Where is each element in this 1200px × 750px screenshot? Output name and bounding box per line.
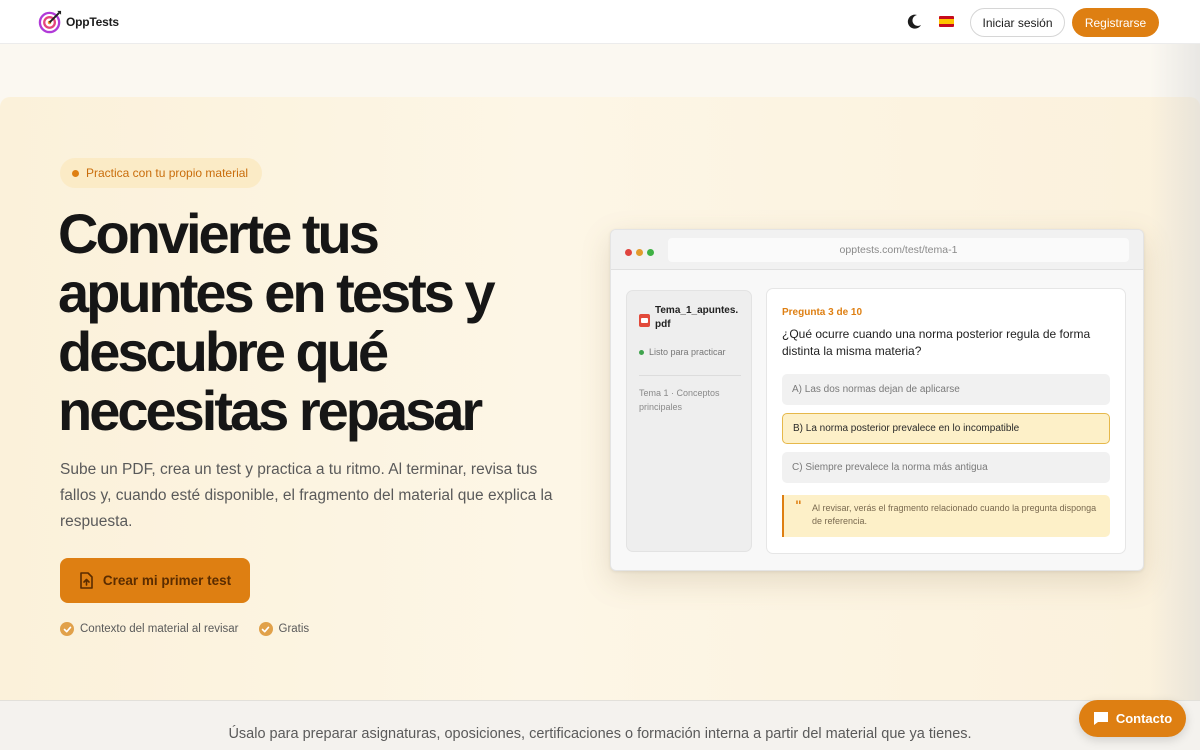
check-circle-icon bbox=[258, 622, 273, 636]
status-dot-icon bbox=[639, 349, 644, 355]
close-dot-icon bbox=[625, 249, 632, 256]
feature-check-label: Gratis bbox=[278, 623, 310, 635]
mockup-file-name: Tema_1_apuntes.pdf bbox=[655, 305, 739, 330]
register-button[interactable]: Registrarse bbox=[1072, 8, 1159, 37]
hero-tag-label: Practica con tu propio material bbox=[86, 166, 249, 180]
mockup-question-number: Pregunta 3 de 10 bbox=[782, 307, 863, 318]
create-first-test-label: Crear mi primer test bbox=[102, 573, 232, 588]
logo-text: OppTests bbox=[66, 14, 119, 29]
hero-subtitle: Sube un PDF, crea un test y practica a t… bbox=[60, 461, 553, 530]
mockup-option-c: C) Siempre prevalece la norma más antigu… bbox=[782, 452, 1110, 483]
mockup-file-status: Listo para practicar bbox=[639, 347, 726, 357]
browser-mockup: opptests.com/test/tema-1 Tema_1_apuntes.… bbox=[610, 229, 1144, 571]
feature-checks: Contexto del material al revisar Gratis bbox=[60, 622, 309, 636]
hero-tag: Practica con tu propio material bbox=[60, 158, 263, 188]
mockup-option-a: A) Las dos normas dejan de aplicarse bbox=[782, 374, 1110, 405]
mockup-file-status-label: Listo para practicar bbox=[649, 347, 726, 357]
hero-title: Convierte tus apuntes en tests y descubr… bbox=[58, 202, 496, 442]
moon-icon[interactable] bbox=[904, 12, 924, 32]
mockup-file-row: Tema_1_apuntes.pdf bbox=[639, 304, 743, 332]
file-upload-icon bbox=[80, 572, 93, 589]
mockup-question-text: ¿Qué ocurre cuando una norma posterior r… bbox=[782, 327, 1091, 358]
spain-flag-icon[interactable] bbox=[939, 16, 954, 27]
mockup-review-note-text: Al revisar, verás el fragmento relaciona… bbox=[812, 503, 1097, 526]
mockup-titlebar: opptests.com/test/tema-1 bbox=[611, 230, 1143, 270]
mockup-review-note: " Al revisar, verás el fragmento relacio… bbox=[782, 495, 1110, 537]
target-logo-icon bbox=[38, 10, 62, 34]
pdf-file-icon bbox=[639, 314, 650, 327]
logo[interactable]: OppTests bbox=[38, 9, 119, 34]
feature-check-item: Gratis bbox=[258, 622, 310, 636]
mockup-option-b-selected: B) La norma posterior prevalece en lo in… bbox=[782, 413, 1110, 444]
divider bbox=[639, 375, 741, 376]
use-cases-band: Úsalo para preparar asignaturas, oposici… bbox=[0, 700, 1200, 750]
top-navbar: OppTests Iniciar sesión Registrarse bbox=[0, 0, 1200, 44]
mockup-topic: Tema 1 · Conceptos principales bbox=[639, 388, 720, 412]
use-cases-text: Úsalo para preparar asignaturas, oposici… bbox=[228, 726, 972, 742]
contact-label: Contacto bbox=[1115, 711, 1173, 726]
check-circle-icon bbox=[60, 622, 74, 636]
quote-icon: " bbox=[795, 499, 802, 514]
chat-bubble-icon bbox=[1093, 712, 1108, 725]
mockup-url-bar: opptests.com/test/tema-1 bbox=[668, 238, 1129, 262]
mockup-file-panel: Tema_1_apuntes.pdf Listo para practicar … bbox=[626, 290, 752, 552]
create-first-test-button[interactable]: Crear mi primer test bbox=[60, 558, 250, 603]
login-button[interactable]: Iniciar sesión bbox=[970, 8, 1065, 37]
feature-check-label: Contexto del material al revisar bbox=[80, 623, 239, 635]
contact-button[interactable]: Contacto bbox=[1079, 700, 1186, 737]
minimize-dot-icon bbox=[636, 249, 643, 256]
maximize-dot-icon bbox=[647, 249, 654, 256]
mockup-question-panel: Pregunta 3 de 10 ¿Qué ocurre cuando una … bbox=[766, 288, 1126, 554]
feature-check-item: Contexto del material al revisar bbox=[60, 622, 239, 636]
tag-dot-icon bbox=[72, 169, 79, 177]
